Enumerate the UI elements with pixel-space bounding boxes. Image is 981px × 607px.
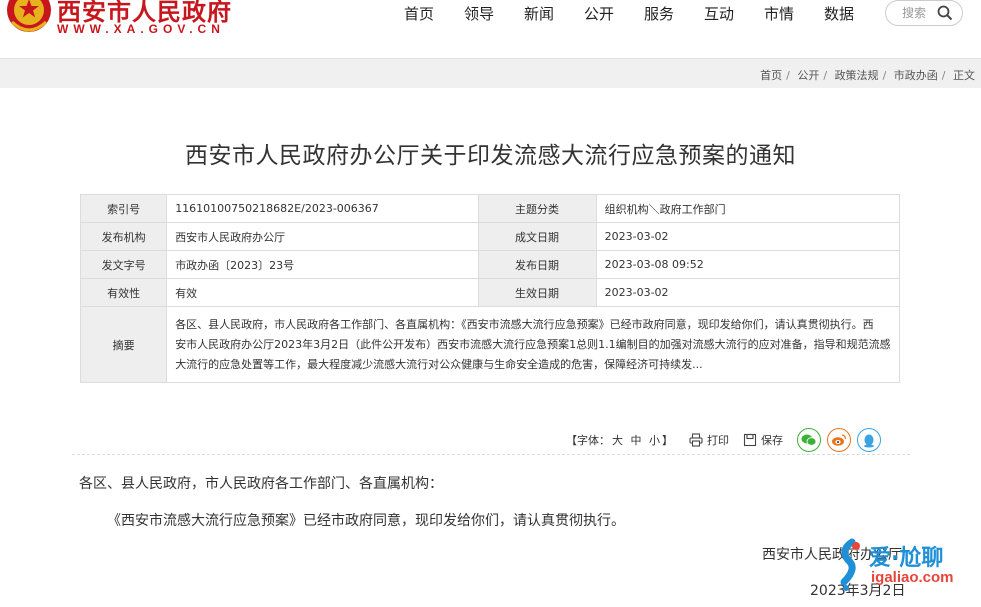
table-row: 发布机构 西安市人民政府办公厅 成文日期 2023-03-02 [79, 222, 901, 251]
breadcrumb-separator: / [941, 69, 946, 82]
breadcrumb-municipal-letters[interactable]: 市政办函 [894, 69, 938, 82]
table-row: 摘要 各区、县人民政府，市人民政府各工作部门、各直属机构：《西安市流感大流行应急… [79, 306, 900, 383]
qq-icon [864, 434, 874, 447]
watermark-logo: 爱·尬聊 igaliao.com [834, 536, 974, 594]
topic-label: 主题分类 [477, 194, 597, 223]
share-wechat-button[interactable] [797, 428, 821, 452]
created-date-label: 成文日期 [477, 222, 597, 251]
document-info-table: 索引号 11610100750218682E/2023-006367 主题分类 … [79, 194, 901, 383]
breadcrumb-bar: 首页 / 公开 / 政策法规 / 市政办函 / 正文 [0, 58, 981, 88]
font-size-medium-link[interactable]: 中 [631, 434, 642, 447]
table-row: 发文字号 市政办函〔2023〕23号 发布日期 2023-03-08 09:52 [79, 250, 901, 279]
effective-date-value: 2023-03-02 [595, 278, 901, 307]
nav-item-leaders[interactable]: 领导 [449, 3, 509, 25]
summary-value: 各区、县人民政府，市人民政府各工作部门、各直属机构：《西安市流感大流行应急预案》… [166, 306, 900, 383]
published-date-value: 2023-03-08 09:52 [595, 250, 901, 279]
breadcrumb-separator: / [786, 69, 790, 82]
index-label: 索引号 [79, 194, 168, 223]
body-paragraph: 《西安市流感大流行应急预案》已经市政府同意，现印发给你们，请认真贯彻执行。 [107, 513, 625, 529]
publisher-label: 发布机构 [79, 222, 168, 251]
summary-line: 安市人民政府办公厅2023年3月2日（此件公开发布）西安市流感大流行应急预案1总… [175, 337, 891, 351]
search-input[interactable] [902, 4, 940, 22]
search-icon[interactable] [936, 4, 954, 22]
document-number-label: 发文字号 [79, 250, 168, 279]
publisher-value: 西安市人民政府办公厅 [166, 222, 479, 251]
breadcrumb: 首页 / 公开 / 政策法规 / 市政办函 / 正文 [760, 67, 975, 83]
wechat-icon [801, 434, 817, 446]
nav-item-home[interactable]: 首页 [389, 3, 449, 25]
salutation-text: 各区、县人民政府，市人民政府各工作部门、各直属机构： [79, 476, 443, 492]
nav-item-data[interactable]: 数据 [809, 3, 869, 25]
watermark-url: igaliao.com [871, 569, 954, 586]
published-date-label: 发布日期 [477, 250, 597, 279]
breadcrumb-home[interactable]: 首页 [760, 69, 782, 82]
effective-date-label: 生效日期 [477, 278, 597, 307]
validity-label: 有效性 [79, 278, 168, 307]
search-box [885, 0, 963, 26]
print-label: 打印 [707, 434, 729, 447]
index-value: 11610100750218682E/2023-006367 [166, 194, 479, 223]
share-qq-button[interactable] [857, 428, 881, 452]
font-size-suffix: 】 [662, 434, 673, 447]
article-title: 西安市人民政府办公厅关于印发流感大流行应急预案的通知 [185, 143, 796, 169]
table-row: 索引号 11610100750218682E/2023-006367 主题分类 … [79, 194, 901, 223]
topic-value: 组织机构＼政府工作部门 [595, 194, 901, 223]
document-number-value: 市政办函〔2023〕23号 [166, 250, 479, 279]
save-label: 保存 [761, 434, 783, 447]
nav-item-news[interactable]: 新闻 [509, 3, 569, 25]
breadcrumb-separator: / [823, 69, 828, 82]
nav-item-city-info[interactable]: 市情 [749, 3, 809, 25]
save-icon [743, 433, 757, 447]
watermark-brand: 爱·尬聊 [869, 546, 944, 571]
nav-item-public[interactable]: 公开 [569, 3, 629, 25]
breadcrumb-policies[interactable]: 政策法规 [835, 69, 879, 82]
summary-line: 大流行的应急处置等工作，最大程度减少流感大流行对公众健康与生命安全造成的危害，保… [175, 357, 703, 371]
site-header: 西安市人民政府 WWW.XA.GOV.CN 首页 领导 新闻 公开 服务 互动 … [0, 0, 981, 58]
page: 西安市人民政府 WWW.XA.GOV.CN 首页 领导 新闻 公开 服务 互动 … [0, 0, 981, 607]
validity-value: 有效 [166, 278, 479, 307]
site-url: WWW.XA.GOV.CN [57, 22, 225, 36]
national-emblem-logo[interactable] [6, 0, 52, 38]
watermark-mascot-icon [840, 538, 860, 591]
font-size-prefix: 【字体： [566, 434, 610, 447]
table-row: 有效性 有效 生效日期 2023-03-02 [79, 278, 901, 307]
nav-item-services[interactable]: 服务 [629, 3, 689, 25]
main-nav: 首页 领导 新闻 公开 服务 互动 市情 数据 [389, 3, 869, 25]
article-toolbar: 【字体：大 中 小】 打印 保存 [566, 426, 887, 454]
created-date-value: 2023-03-02 [595, 222, 901, 251]
nav-item-interaction[interactable]: 互动 [689, 3, 749, 25]
save-button[interactable]: 保存 [743, 432, 783, 448]
print-button[interactable]: 打印 [689, 432, 729, 448]
weibo-icon [832, 434, 847, 446]
summary-line: 各区、县人民政府，市人民政府各工作部门、各直属机构：《西安市流感大流行应急预案》… [175, 317, 874, 331]
content-divider [72, 454, 910, 455]
font-size-large-link[interactable]: 大 [612, 434, 623, 447]
breadcrumb-current: 正文 [953, 69, 975, 82]
font-size-small-link[interactable]: 小 [649, 434, 660, 447]
breadcrumb-separator: / [882, 69, 887, 82]
font-size-switcher: 【字体：大 中 小】 [566, 432, 673, 448]
breadcrumb-public[interactable]: 公开 [797, 69, 819, 82]
summary-label: 摘要 [79, 306, 168, 383]
printer-icon [689, 433, 703, 447]
share-weibo-button[interactable] [827, 428, 851, 452]
